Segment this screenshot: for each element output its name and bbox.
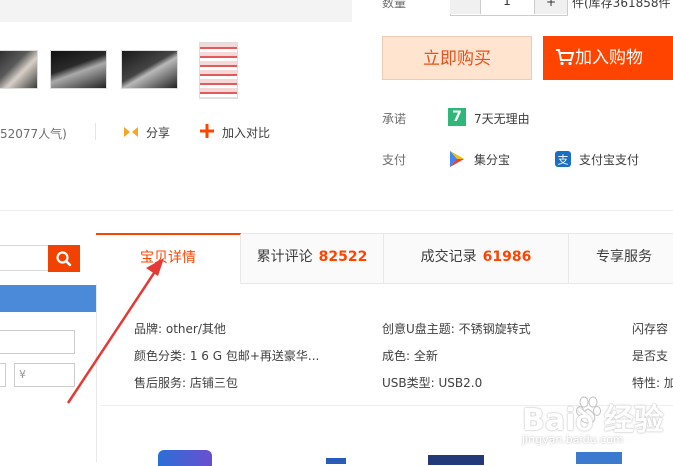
- price-max-field[interactable]: ¥: [14, 363, 75, 387]
- seven-day-icon: 7: [448, 108, 466, 126]
- attr-theme: 创意U盘主题: 不锈钢旋转式: [382, 322, 531, 336]
- product-image: [576, 452, 622, 464]
- add-compare-link[interactable]: 加入对比: [222, 124, 270, 141]
- attr-aftersale: 售后服务: 店铺三包: [134, 376, 238, 390]
- tab-label: 成交记录: [420, 249, 477, 265]
- attr-capacity: 闪存容: [632, 322, 669, 336]
- popularity-text: 52077人气): [0, 127, 67, 141]
- product-thumbnail[interactable]: [50, 50, 107, 89]
- quantity-increase-button[interactable]: +: [534, 0, 567, 14]
- watermark-url: jingyan.baidu.com: [522, 433, 624, 446]
- section-divider: [0, 210, 673, 211]
- pay-label: 支付: [382, 153, 407, 167]
- attr-color: 颜色分类: 1 6 G 包邮+再送豪华...: [134, 349, 320, 363]
- buy-now-button[interactable]: 立即购买: [382, 36, 532, 80]
- product-image: [326, 458, 346, 464]
- shop-search-input[interactable]: [0, 245, 48, 271]
- jifenbao-text[interactable]: 集分宝: [474, 151, 510, 168]
- cart-icon: [556, 49, 575, 66]
- tab-label: 累计评论: [256, 249, 313, 265]
- attr-support: 是否支: [632, 349, 669, 363]
- review-count: 82522: [318, 249, 368, 265]
- search-button[interactable]: [48, 245, 80, 272]
- promise-label: 承诺: [382, 112, 407, 126]
- attr-usb-type: USB类型: USB2.0: [382, 376, 483, 390]
- top-gray-strip: [0, 0, 352, 22]
- jifenbao-icon: [450, 151, 464, 167]
- product-thumbnail[interactable]: [121, 50, 178, 89]
- share-icon[interactable]: [123, 125, 139, 139]
- tab-transactions[interactable]: 成交记录 61986: [384, 233, 569, 284]
- product-image: [428, 455, 484, 465]
- stock-text: 件(库存361858件: [572, 0, 671, 10]
- alipay-text[interactable]: 支付宝支付: [579, 151, 639, 168]
- product-image: [158, 450, 212, 466]
- tab-reviews[interactable]: 累计评论 82522: [241, 233, 384, 284]
- quantity-input[interactable]: 1: [480, 0, 534, 8]
- price-min-field[interactable]: [0, 363, 6, 387]
- search-icon: [56, 251, 72, 267]
- sidebar-header-bar: [0, 285, 96, 312]
- product-thumbnail[interactable]: [0, 50, 38, 89]
- plus-icon[interactable]: [200, 124, 214, 138]
- attr-feature: 特性: 加: [632, 376, 673, 390]
- attr-brand: 品牌: other/其他: [134, 322, 226, 336]
- svg-text:支: 支: [558, 154, 569, 167]
- product-thumbnail[interactable]: [199, 42, 238, 99]
- quantity-label: 数量: [382, 0, 407, 10]
- promise-text[interactable]: 7天无理由: [474, 110, 530, 127]
- share-link[interactable]: 分享: [146, 124, 170, 141]
- tab-details[interactable]: 宝贝详情: [96, 233, 241, 284]
- transaction-count: 61986: [482, 249, 532, 265]
- tab-label: 专享服务: [596, 249, 652, 265]
- alipay-icon: 支: [555, 151, 571, 167]
- keyword-field[interactable]: [0, 330, 75, 354]
- quantity-decrease-button[interactable]: [450, 0, 481, 14]
- tab-services[interactable]: 专享服务: [569, 233, 673, 284]
- tab-label: 宝贝详情: [140, 250, 196, 266]
- divider: [95, 123, 96, 140]
- attr-condition: 成色: 全新: [382, 349, 438, 363]
